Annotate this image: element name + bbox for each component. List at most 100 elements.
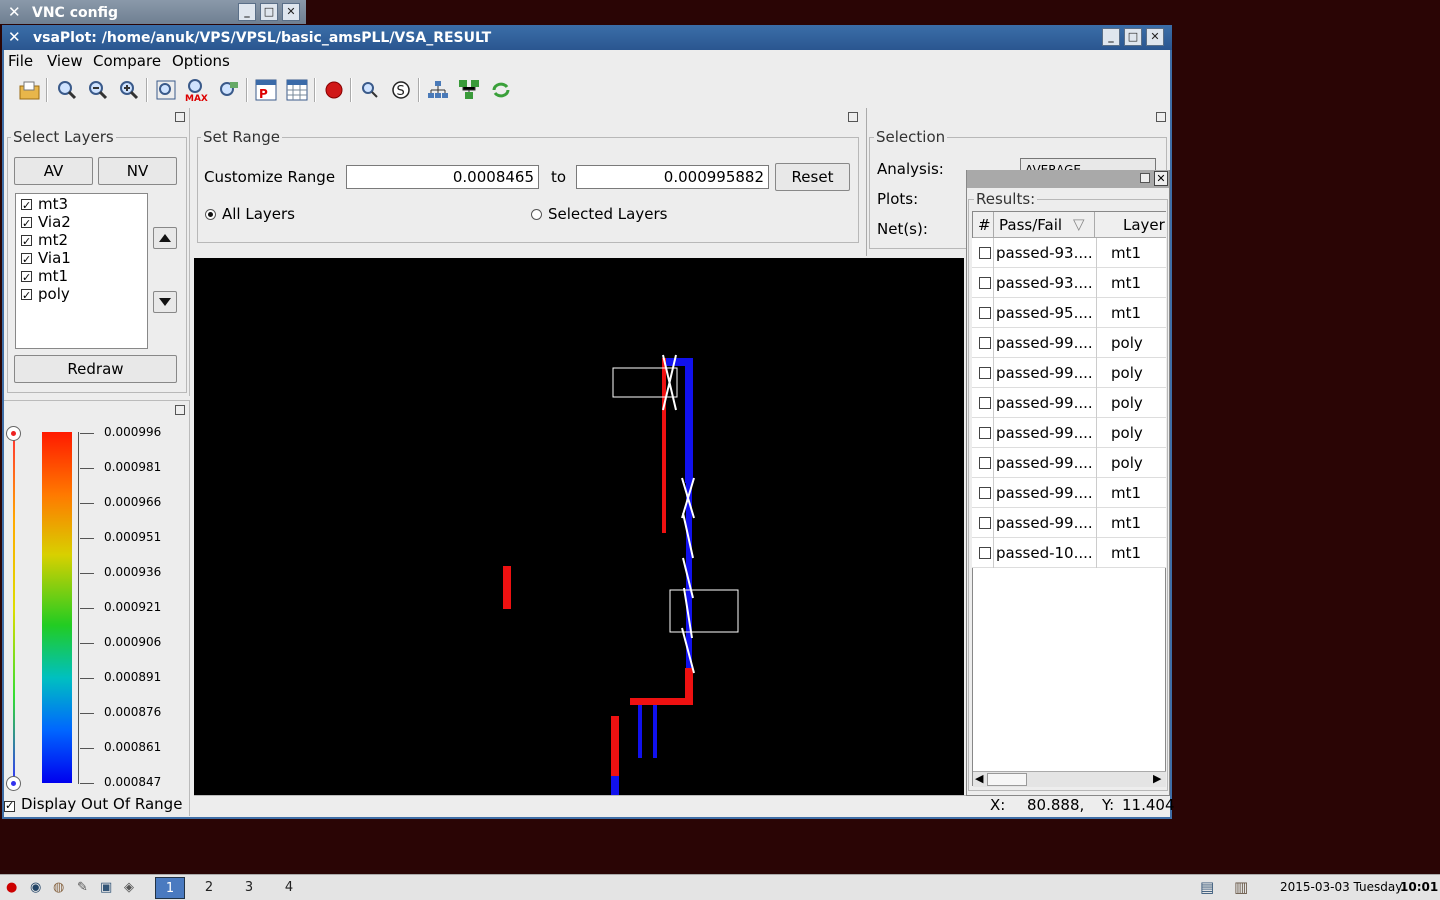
layer-checkbox[interactable] bbox=[21, 287, 32, 305]
layer-checkbox[interactable] bbox=[21, 251, 32, 269]
layer-down-button[interactable] bbox=[153, 291, 177, 313]
network-icon[interactable] bbox=[457, 78, 481, 102]
layer-checkbox[interactable] bbox=[21, 197, 32, 215]
layer-item[interactable]: mt3 bbox=[16, 195, 147, 215]
layer-checkbox[interactable] bbox=[21, 233, 32, 251]
all-layers-radio[interactable] bbox=[205, 209, 216, 220]
results-float-button[interactable] bbox=[1140, 173, 1150, 183]
dock-float-button[interactable] bbox=[1156, 112, 1166, 122]
redhat-icon[interactable]: ● bbox=[6, 880, 17, 895]
redraw-button[interactable]: Redraw bbox=[14, 355, 177, 383]
close-button[interactable]: ✕ bbox=[282, 3, 300, 21]
menu-view[interactable]: View bbox=[47, 52, 83, 70]
display-out-of-range-checkbox[interactable] bbox=[4, 797, 15, 815]
workspace-4-button[interactable]: 4 bbox=[272, 877, 306, 899]
results-close-button[interactable]: ✕ bbox=[1154, 171, 1168, 186]
range-slider-track[interactable] bbox=[13, 434, 15, 784]
row-checkbox[interactable] bbox=[979, 487, 991, 499]
row-checkbox[interactable] bbox=[979, 277, 991, 289]
row-checkbox[interactable] bbox=[979, 397, 991, 409]
vnc-config-titlebar[interactable]: ✕ VNC config _ □ ✕ bbox=[0, 0, 306, 24]
plot-canvas[interactable] bbox=[194, 258, 964, 795]
workspace-1-button[interactable]: 1 bbox=[155, 877, 185, 899]
layer-item[interactable]: Via1 bbox=[16, 249, 147, 269]
monitor-icon[interactable]: ▣ bbox=[100, 880, 112, 895]
reset-button[interactable]: Reset bbox=[775, 163, 850, 191]
browser-icon[interactable]: ◉ bbox=[30, 880, 41, 895]
zoom-icon[interactable] bbox=[55, 78, 79, 102]
dock-float-button[interactable] bbox=[175, 112, 185, 122]
result-row[interactable]: passed-99.... mt1 bbox=[972, 508, 1166, 538]
result-row[interactable]: passed-10.... mt1 bbox=[972, 538, 1166, 568]
horizontal-scrollbar[interactable]: ◀ ▶ bbox=[973, 771, 1166, 787]
slider-bottom-handle[interactable] bbox=[6, 776, 21, 791]
refresh-icon[interactable] bbox=[489, 78, 513, 102]
tools-icon[interactable]: ✎ bbox=[77, 880, 88, 895]
row-checkbox[interactable] bbox=[979, 367, 991, 379]
col-layer-header[interactable]: Layer bbox=[1123, 216, 1165, 234]
workspace-3-button[interactable]: 3 bbox=[232, 877, 266, 899]
dock-float-button[interactable] bbox=[175, 405, 185, 415]
layer-item[interactable]: poly bbox=[16, 285, 147, 305]
table-icon[interactable] bbox=[285, 78, 309, 102]
result-row[interactable]: passed-99.... poly bbox=[972, 388, 1166, 418]
layer-item[interactable]: mt1 bbox=[16, 267, 147, 287]
s-circle-icon[interactable]: S bbox=[389, 78, 413, 102]
zoom-fit-icon[interactable] bbox=[154, 78, 178, 102]
result-row[interactable]: passed-99.... mt1 bbox=[972, 478, 1166, 508]
zoom-in-icon[interactable] bbox=[117, 78, 141, 102]
layer-up-button[interactable] bbox=[153, 227, 177, 249]
zoom-max-icon[interactable]: MAX bbox=[185, 78, 209, 102]
zoom-select-icon[interactable] bbox=[217, 78, 241, 102]
result-row[interactable]: passed-99.... poly bbox=[972, 448, 1166, 478]
maximize-button[interactable]: □ bbox=[1124, 28, 1142, 46]
result-row[interactable]: passed-95.... mt1 bbox=[972, 298, 1166, 328]
result-row[interactable]: passed-93.... mt1 bbox=[972, 268, 1166, 298]
row-checkbox[interactable] bbox=[979, 427, 991, 439]
maximize-button[interactable]: □ bbox=[260, 3, 278, 21]
col-passfail-header[interactable]: Pass/Fail bbox=[999, 216, 1062, 234]
nv-button[interactable]: NV bbox=[98, 157, 177, 185]
close-button[interactable]: ✕ bbox=[1146, 28, 1164, 46]
row-checkbox[interactable] bbox=[979, 247, 991, 259]
layout-plot[interactable] bbox=[194, 258, 964, 795]
layer-checkbox[interactable] bbox=[21, 215, 32, 233]
selected-layers-radio[interactable] bbox=[531, 209, 542, 220]
result-row[interactable]: passed-99.... poly bbox=[972, 358, 1166, 388]
row-checkbox[interactable] bbox=[979, 457, 991, 469]
main-titlebar[interactable]: ✕ vsaPlot: /home/anuk/VPS/VPSL/basic_ams… bbox=[2, 25, 1172, 50]
layer-item[interactable]: mt2 bbox=[16, 231, 147, 251]
layer-item[interactable]: Via2 bbox=[16, 213, 147, 233]
scroll-right-icon[interactable]: ▶ bbox=[1153, 772, 1161, 785]
open-folder-icon[interactable] bbox=[18, 78, 42, 102]
mail-icon[interactable]: ◍ bbox=[53, 880, 64, 895]
av-button[interactable]: AV bbox=[14, 157, 93, 185]
dock-float-button[interactable] bbox=[848, 112, 858, 122]
scroll-left-icon[interactable]: ◀ bbox=[975, 772, 983, 785]
col-num-header[interactable]: # bbox=[978, 216, 991, 234]
range-to-input[interactable]: 0.000995882 bbox=[576, 165, 769, 189]
report-icon[interactable]: P bbox=[254, 78, 278, 102]
hierarchy-icon[interactable] bbox=[426, 78, 450, 102]
clipboard-icon[interactable]: ▥ bbox=[1234, 878, 1248, 896]
row-checkbox[interactable] bbox=[979, 517, 991, 529]
scroll-thumb[interactable] bbox=[987, 773, 1027, 786]
minimize-button[interactable]: _ bbox=[1102, 28, 1120, 46]
menu-compare[interactable]: Compare bbox=[93, 52, 161, 70]
row-checkbox[interactable] bbox=[979, 307, 991, 319]
result-row[interactable]: passed-99.... poly bbox=[972, 328, 1166, 358]
layer-checkbox[interactable] bbox=[21, 269, 32, 287]
minimize-button[interactable]: _ bbox=[238, 3, 256, 21]
search-icon[interactable] bbox=[358, 78, 382, 102]
record-icon[interactable] bbox=[322, 78, 346, 102]
results-titlebar[interactable] bbox=[967, 170, 1169, 188]
menu-file[interactable]: File bbox=[8, 52, 33, 70]
workspace-2-button[interactable]: 2 bbox=[192, 877, 226, 899]
result-row[interactable]: passed-99.... poly bbox=[972, 418, 1166, 448]
range-from-input[interactable]: 0.0008465 bbox=[346, 165, 539, 189]
row-checkbox[interactable] bbox=[979, 337, 991, 349]
result-row[interactable]: passed-93.... mt1 bbox=[972, 238, 1166, 268]
row-checkbox[interactable] bbox=[979, 547, 991, 559]
menu-options[interactable]: Options bbox=[172, 52, 230, 70]
network-status-icon[interactable]: ▤ bbox=[1200, 878, 1214, 896]
